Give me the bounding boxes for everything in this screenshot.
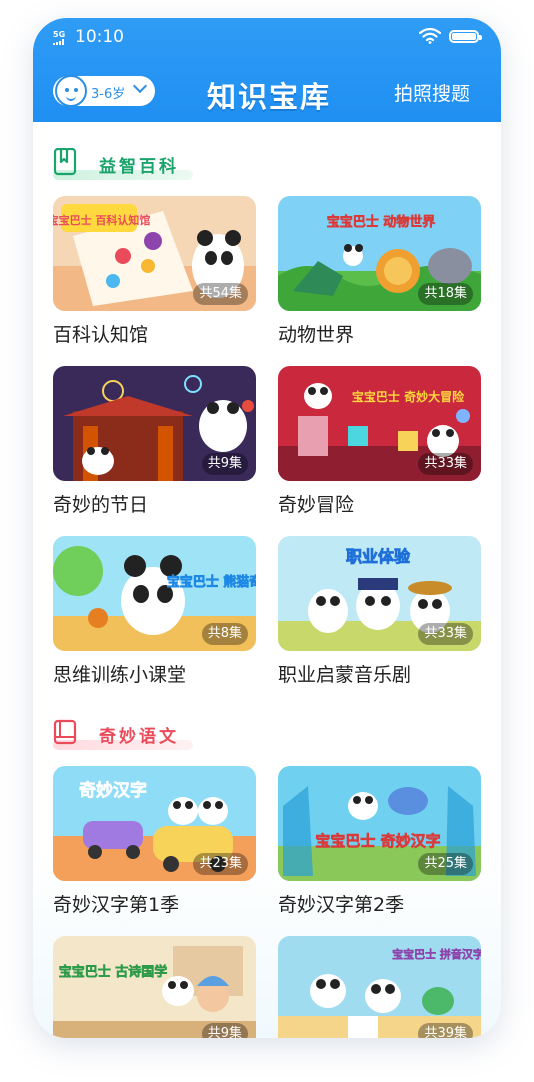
- card-title: 职业启蒙音乐剧: [278, 664, 412, 686]
- card-title: 奇妙汉字第2季: [278, 894, 405, 916]
- card-thumbnail: 宝宝巴士 熊猫奇奇 共8集: [53, 536, 256, 651]
- content-scroll[interactable]: 益智百科 宝宝巴士 百科认知馆 共54集 百科认知馆 宝宝巴士 动物世界 共18…: [33, 122, 501, 1038]
- card-title: 奇妙的节日: [53, 494, 149, 516]
- section-header-chinese: 奇妙语文: [53, 718, 203, 752]
- signal-icon: [53, 39, 65, 45]
- card-title: 动物世界: [278, 324, 355, 346]
- wifi-icon: [419, 28, 441, 44]
- content-card[interactable]: 共9集 奇妙的节日: [53, 366, 256, 526]
- episode-count: 共18集: [418, 283, 473, 305]
- age-selector-label: 3-6岁: [91, 87, 126, 102]
- card-thumbnail: 宝宝巴士 拼音汉字 共39集: [278, 936, 481, 1038]
- content-card[interactable]: 宝宝巴士 奇妙汉字 共25集 奇妙汉字第2季: [278, 766, 481, 926]
- episode-count: 共9集: [201, 453, 248, 475]
- content-card[interactable]: 宝宝巴士 奇妙大冒险 共33集 奇妙冒险: [278, 366, 481, 526]
- episode-count: 共25集: [418, 853, 473, 875]
- episode-count: 共33集: [418, 453, 473, 475]
- page-title: 知识宝库: [206, 80, 331, 114]
- content-card[interactable]: 宝宝巴士 熊猫奇奇 共8集 思维训练小课堂: [53, 536, 256, 696]
- card-art-text: 宝宝巴士 百科认知馆: [53, 213, 150, 227]
- card-art-text: 职业体验: [346, 547, 411, 566]
- section-header-encyclopedia: 益智百科: [53, 148, 203, 182]
- content-card[interactable]: 宝宝巴士 拼音汉字 共39集: [278, 936, 481, 1038]
- section-title: 奇妙语文: [99, 727, 179, 747]
- card-art-text: 宝宝巴士 熊猫奇奇: [167, 574, 256, 590]
- content-card[interactable]: 职业体验 共33集 职业启蒙音乐剧: [278, 536, 481, 696]
- episode-count: 共33集: [418, 623, 473, 645]
- card-art-text: 宝宝巴士 动物世界: [327, 214, 436, 230]
- card-thumbnail: 职业体验 共33集: [278, 536, 481, 651]
- card-art-text: 奇妙汉字: [79, 780, 147, 801]
- card-thumbnail: 宝宝巴士 古诗国学 共9集: [53, 936, 256, 1038]
- section-title: 益智百科: [99, 157, 179, 177]
- card-art-text: 宝宝巴士 拼音汉字: [392, 947, 481, 961]
- card-title: 奇妙冒险: [278, 494, 355, 516]
- episode-count: 共9集: [201, 1023, 248, 1038]
- age-selector-button[interactable]: 3-6岁: [53, 75, 155, 107]
- card-title: 奇妙汉字第1季: [53, 894, 180, 916]
- battery-icon: [449, 30, 482, 43]
- network-type: 5G: [53, 30, 66, 39]
- chevron-down-icon: [132, 78, 148, 94]
- bookmark-book-icon: [53, 148, 77, 176]
- phone-frame: 5G 10:10 3-6岁 知识宝库 拍照搜题 益智百科 宝宝巴士 百科认知馆 …: [33, 18, 501, 1038]
- card-art-text: 宝宝巴士 古诗国学: [59, 964, 168, 980]
- content-card[interactable]: 宝宝巴士 古诗国学 共9集: [53, 936, 256, 1038]
- card-art-text: 宝宝巴士 奇妙大冒险: [352, 389, 465, 404]
- card-art-text: 宝宝巴士 奇妙汉字: [315, 832, 440, 850]
- episode-count: 共54集: [193, 283, 248, 305]
- child-face-icon: [55, 75, 87, 107]
- card-thumbnail: 宝宝巴士 百科认知馆 共54集: [53, 196, 256, 311]
- photo-search-button[interactable]: 拍照搜题: [394, 79, 470, 106]
- content-card[interactable]: 宝宝巴士 百科认知馆 共54集 百科认知馆: [53, 196, 256, 356]
- card-thumbnail: 宝宝巴士 奇妙大冒险 共33集: [278, 366, 481, 481]
- card-thumbnail: 奇妙汉字 共23集: [53, 766, 256, 881]
- card-thumbnail: 共9集: [53, 366, 256, 481]
- status-bar: 5G 10:10: [33, 18, 501, 58]
- episode-count: 共8集: [201, 623, 248, 645]
- content-card[interactable]: 奇妙汉字 共23集 奇妙汉字第1季: [53, 766, 256, 926]
- episode-count: 共39集: [418, 1023, 473, 1038]
- card-thumbnail: 宝宝巴士 奇妙汉字 共25集: [278, 766, 481, 881]
- card-title: 思维训练小课堂: [53, 664, 187, 686]
- card-thumbnail: 宝宝巴士 动物世界 共18集: [278, 196, 481, 311]
- episode-count: 共23集: [193, 853, 248, 875]
- app-header: 5G 10:10 3-6岁 知识宝库 拍照搜题: [33, 18, 501, 122]
- clock: 10:10: [75, 27, 124, 47]
- card-title: 百科认知馆: [53, 324, 149, 346]
- open-book-icon: [53, 719, 77, 745]
- content-card[interactable]: 宝宝巴士 动物世界 共18集 动物世界: [278, 196, 481, 356]
